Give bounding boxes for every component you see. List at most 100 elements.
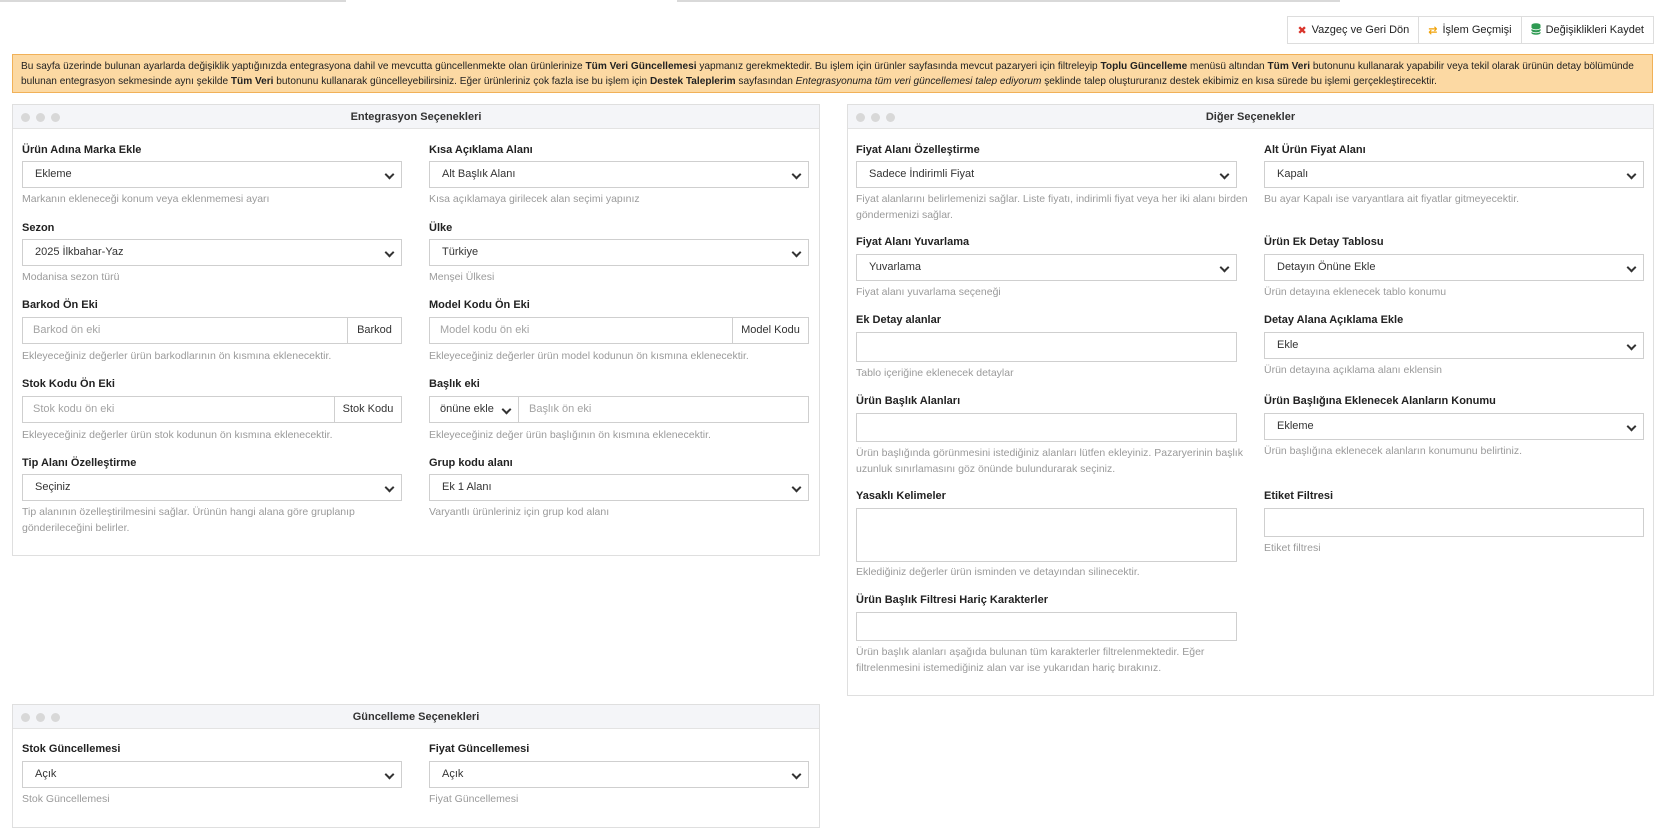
tab-strip [0, 0, 1673, 3]
extra-fields-field: Ek Detay alanlar [856, 313, 941, 327]
field-label: Detay Alana Açıklama Ekle [1264, 314, 1404, 326]
alert-bold: Tüm Veri [1267, 61, 1311, 72]
stock-update-select[interactable]: Açık [22, 761, 402, 788]
season-select[interactable]: 2025 İlkbahar-Yaz [22, 239, 402, 266]
title-fields-field: Ürün Başlık Alanları [856, 394, 960, 408]
field-help: Ürün detayına açıklama alanı eklensin [1264, 364, 1443, 376]
rounding-select[interactable]: Yuvarlama [856, 254, 1237, 281]
field-help: Fiyat alanlarını belirlemenizi sağlar. L… [856, 193, 1248, 205]
alert-text: yapmanız gerekmektedir. Bu işlem için ür… [696, 61, 1101, 72]
banned-words-textarea[interactable] [856, 508, 1237, 562]
extra-table-select[interactable]: Detayın Önüne Ekle [1264, 254, 1644, 281]
short-desc-field: Kısa Açıklama Alanı [429, 143, 533, 157]
chevron-down-icon [1219, 262, 1230, 273]
price-field-field: Fiyat Alanı Özelleştirme [856, 143, 980, 157]
action-toolbar: ✖ Vazgeç ve Geri Dön ⇄ İşlem Geçmişi Değ… [1287, 16, 1654, 44]
field-label: Barkod Ön Eki [22, 299, 98, 311]
brand-field: Ürün Adına Marka Ekle [22, 143, 141, 157]
chevron-down-icon [384, 482, 395, 493]
tag-filter-field: Etiket Filtresi [1264, 489, 1333, 503]
field-help: Ekleyeceğiniz değer ürün başlığının ön k… [429, 429, 711, 441]
field-label: Ürün Başlık Filtresi Hariç Karakterler [856, 594, 1048, 606]
chevron-down-icon [501, 404, 512, 415]
brand-select[interactable]: Ekleme [22, 161, 402, 188]
field-label: Kısa Açıklama Alanı [429, 144, 533, 156]
panel-header: Entegrasyon Seçenekleri [13, 105, 819, 129]
title-filter-field: Ürün Başlık Filtresi Hariç Karakterler [856, 593, 1048, 607]
field-help: uzunluk sınırlamasını göz önünde bulundu… [856, 463, 1116, 475]
price-update-field: Fiyat Güncellemesi [429, 742, 529, 756]
price-update-select[interactable]: Açık [429, 761, 809, 788]
field-label: Stok Güncellemesi [22, 743, 121, 755]
field-label: Ürün Adına Marka Ekle [22, 144, 142, 156]
field-label: Stok Kodu Ön Eki [22, 378, 115, 390]
field-label: Ülke [429, 222, 453, 234]
field-label: Ürün Başlığına Eklenecek Alanların Konum… [1264, 395, 1496, 407]
field-label: Model Kodu Ön Eki [429, 299, 530, 311]
select-value: Sadece İndirimli Fiyat [869, 168, 975, 180]
extra-table-field: Ürün Ek Detay Tablosu [1264, 235, 1384, 249]
group-code-select[interactable]: Ek 1 Alanı [429, 474, 809, 501]
barcode-field: Barkod Ön Eki [22, 298, 98, 312]
country-select[interactable]: Türkiye [429, 239, 809, 266]
window-dots [21, 113, 60, 122]
barcode-prefix-input[interactable]: Barkod ön eki [22, 317, 348, 344]
select-value: Türkiye [442, 246, 479, 258]
field-help: göndermenizi sağlar. [856, 209, 953, 221]
extra-fields-input[interactable] [856, 332, 1237, 362]
chevron-down-icon [791, 482, 802, 493]
select-value: Ekleme [35, 168, 72, 180]
close-icon: ✖ [1297, 24, 1307, 37]
panel-title: Diğer Seçenekler [1205, 111, 1296, 123]
title-prefix-input[interactable]: Başlık ön eki [518, 396, 809, 423]
field-label: Fiyat Alanı Özelleştirme [856, 144, 980, 156]
title-filter-input[interactable] [856, 612, 1237, 641]
field-help: Eklediğiniz değerler ürün isminden ve de… [856, 566, 1140, 578]
alert-text: Bu sayfa üzerinde bulunan ayarlarda deği… [21, 61, 586, 72]
field-label: Ek Detay alanlar [856, 314, 941, 326]
field-help: Ekleyeceğiniz değerler ürün model kodunu… [429, 350, 749, 362]
price-field-select[interactable]: Sadece İndirimli Fiyat [856, 161, 1237, 188]
chevron-down-icon [1219, 169, 1230, 180]
field-label: Yasaklı Kelimeler [856, 490, 946, 502]
select-value: Ekle [1277, 339, 1299, 351]
save-button-label: Değişiklikleri Kaydet [1545, 24, 1644, 36]
field-help: Varyantlı ürünleriniz için grup kod alan… [429, 506, 610, 518]
desc-add-select[interactable]: Ekle [1264, 332, 1644, 359]
field-label: Tip Alanı Özelleştirme [22, 457, 137, 469]
alert-bold: Tüm Veri [230, 76, 274, 87]
field-help: Ekleyeceğiniz değerler ürün stok kodunun… [22, 429, 333, 441]
select-value: Alt Başlık Alanı [442, 168, 516, 180]
title-position-select[interactable]: Ekleme [1264, 413, 1644, 440]
cancel-button[interactable]: ✖ Vazgeç ve Geri Dön [1287, 16, 1420, 44]
cancel-button-label: Vazgeç ve Geri Dön [1311, 24, 1410, 36]
database-icon [1530, 22, 1541, 38]
model-code-prefix-input[interactable]: Model kodu ön eki [429, 317, 733, 344]
alert-bold: Tüm Veri Güncellemesi [585, 61, 697, 72]
field-help: Tablo içeriğine eklenecek detaylar [856, 367, 1014, 379]
short-desc-select[interactable]: Alt Başlık Alanı [429, 161, 809, 188]
field-label: Etiket Filtresi [1264, 490, 1334, 502]
title-fields-input[interactable] [856, 413, 1237, 442]
field-label: Ürün Ek Detay Tablosu [1264, 236, 1384, 248]
alert-text: sayfasından [735, 76, 796, 87]
tag-filter-input[interactable] [1264, 508, 1644, 537]
panel-title: Entegrasyon Seçenekleri [350, 111, 482, 123]
input-placeholder: Stok kodu ön eki [33, 403, 115, 415]
stock-code-addon: Stok Kodu [334, 396, 402, 423]
panel-title: Güncelleme Seçenekleri [352, 711, 480, 723]
stock-code-prefix-input[interactable]: Stok kodu ön eki [22, 396, 335, 423]
field-help: Ürün detayına eklenecek tablo konumu [1264, 286, 1447, 298]
sub-price-select[interactable]: Kapalı [1264, 161, 1644, 188]
save-button[interactable]: Değişiklikleri Kaydet [1520, 16, 1654, 44]
history-button[interactable]: ⇄ İşlem Geçmişi [1418, 16, 1522, 44]
group-code-field: Grup kodu alanı [429, 456, 513, 470]
country-field: Ülke [429, 221, 452, 235]
field-label: Sezon [22, 222, 55, 234]
field-help: Stok Güncellemesi [22, 793, 110, 805]
type-select[interactable]: Seçiniz [22, 474, 402, 501]
window-dots [856, 113, 895, 122]
title-prefix-position-select[interactable]: önüne ekle [429, 396, 519, 423]
chevron-down-icon [1626, 340, 1637, 351]
field-label: Başlık eki [429, 378, 480, 390]
